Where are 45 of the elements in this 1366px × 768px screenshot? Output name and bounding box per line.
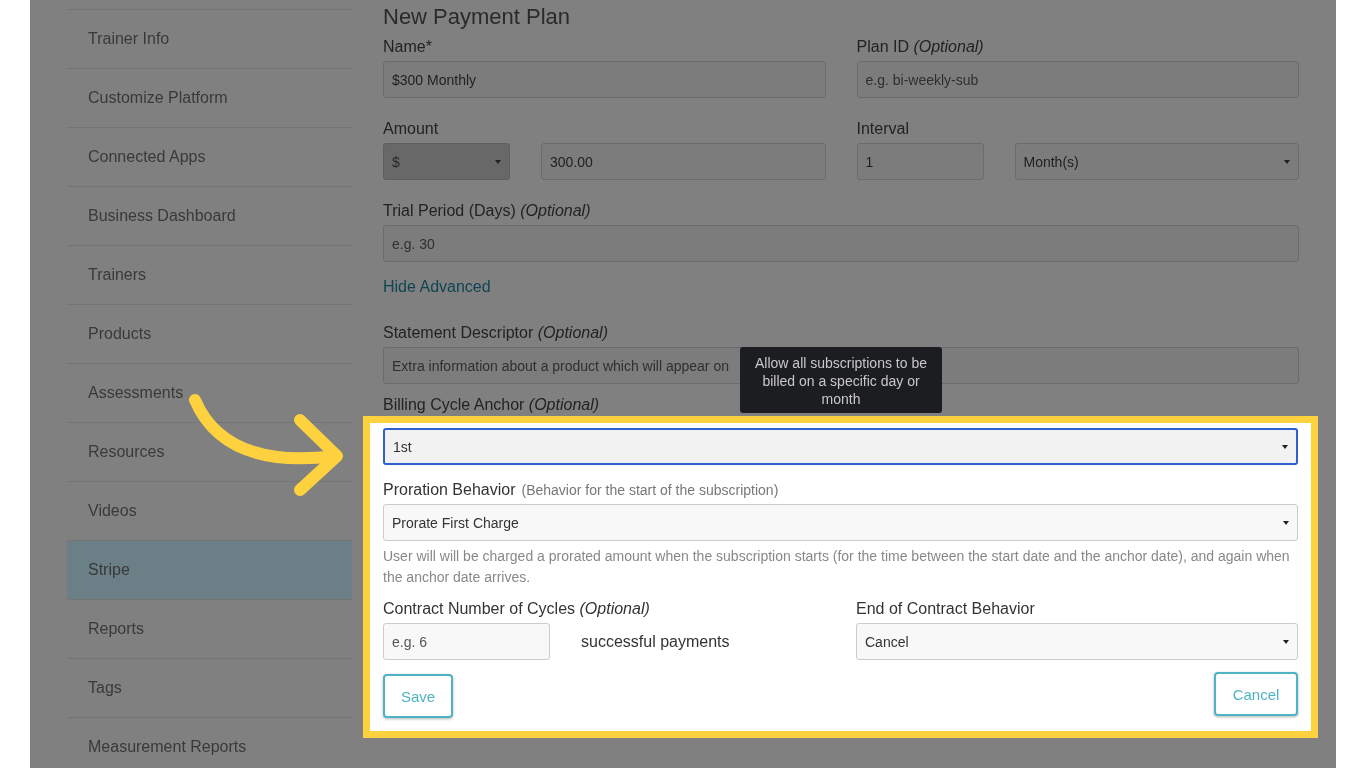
name-field[interactable]: $300 Monthly bbox=[383, 61, 826, 98]
sidebar-item[interactable]: Trainers bbox=[67, 245, 352, 304]
trial-period-field[interactable]: e.g. 30 bbox=[383, 225, 1299, 262]
hide-advanced-link[interactable]: Hide Advanced bbox=[383, 278, 491, 296]
sidebar-item[interactable]: Customize Platform bbox=[67, 68, 352, 127]
caret-icon bbox=[1282, 444, 1288, 449]
sidebar-item[interactable]: Connected Apps bbox=[67, 127, 352, 186]
caret-icon bbox=[495, 159, 501, 164]
caret-icon bbox=[1283, 520, 1289, 525]
sidebar-item[interactable]: Measurement Reports bbox=[67, 717, 352, 768]
field-label: Name* bbox=[383, 38, 433, 56]
form-title: New Payment Plan bbox=[383, 4, 572, 30]
sidebar-item[interactable]: Tags bbox=[67, 658, 352, 717]
cycles-suffix: successful payments bbox=[581, 632, 730, 651]
sidebar-item[interactable]: Resources bbox=[67, 422, 352, 481]
field-label: Plan ID (Optional) bbox=[856, 38, 985, 56]
proration-select[interactable]: Prorate First Charge bbox=[383, 504, 1298, 541]
caret-icon bbox=[1284, 159, 1290, 164]
sidebar-item[interactable]: Stripe bbox=[67, 540, 352, 599]
caret-icon bbox=[1283, 639, 1289, 644]
save-button[interactable]: Save bbox=[383, 674, 453, 718]
plan-id-field[interactable]: e.g. bi-weekly-sub bbox=[856, 61, 1299, 98]
sidebar-item[interactable]: Assessments bbox=[67, 363, 352, 422]
field-hint: (Behavior for the start of the subscription) bbox=[521, 482, 779, 498]
cycles-field[interactable]: e.g. 6 bbox=[383, 623, 550, 660]
amount-field[interactable]: 300.00 bbox=[541, 143, 826, 180]
sidebar-item[interactable]: Products bbox=[67, 304, 352, 363]
field-label: Billing Cycle Anchor (Optional) bbox=[383, 396, 600, 414]
sidebar-item[interactable]: Reports bbox=[67, 599, 352, 658]
help-text: User will will be charged a prorated amount when the subscription starts (for the time between the start date and the anchor date), and again when the anchor date arrives. bbox=[383, 547, 1291, 587]
sidebar-item[interactable]: Business Dashboard bbox=[67, 186, 352, 245]
end-behavior-select[interactable]: Cancel bbox=[856, 623, 1298, 660]
sidebar-item[interactable]: Trainer Info bbox=[67, 9, 352, 68]
field-label: Proration Behavior bbox=[383, 481, 516, 499]
field-label: Trial Period (Days) (Optional) bbox=[383, 202, 592, 220]
interval-select[interactable]: Month(s) bbox=[1014, 143, 1299, 180]
billing-anchor-select[interactable]: 1st bbox=[383, 428, 1298, 465]
field-label: Statement Descriptor (Optional) bbox=[383, 324, 609, 342]
field-label: Interval bbox=[856, 120, 910, 138]
interval-field[interactable]: 1 bbox=[856, 143, 984, 180]
cancel-button[interactable]: Cancel bbox=[1214, 672, 1298, 716]
tooltip: Allow all subscriptions to be billed on a specific day or month bbox=[740, 347, 942, 413]
field-label: Amount bbox=[383, 120, 440, 138]
field-label: End of Contract Behavior bbox=[856, 600, 1036, 618]
field-label: Contract Number of Cycles (Optional) bbox=[383, 600, 651, 618]
